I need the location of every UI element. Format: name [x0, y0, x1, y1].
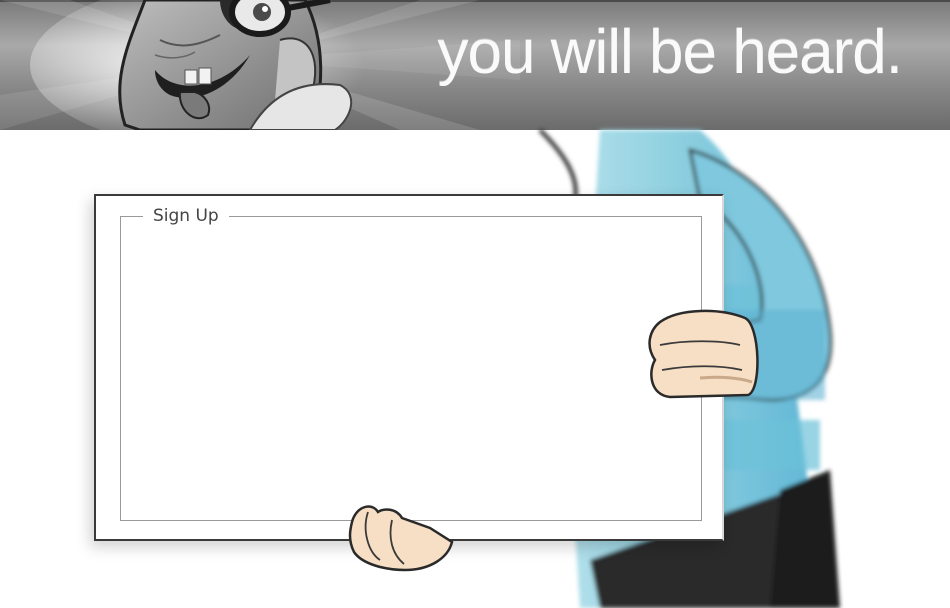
header-banner: you will be heard.: [0, 0, 950, 130]
signup-fieldset: Sign Up: [120, 206, 702, 521]
signup-legend: Sign Up: [153, 206, 219, 226]
cartoon-face-icon: [118, 0, 353, 130]
signup-board: Sign Up: [94, 194, 724, 541]
page: you will be heard. Sign Up: [0, 0, 950, 608]
tagline: you will be heard.: [437, 18, 903, 87]
